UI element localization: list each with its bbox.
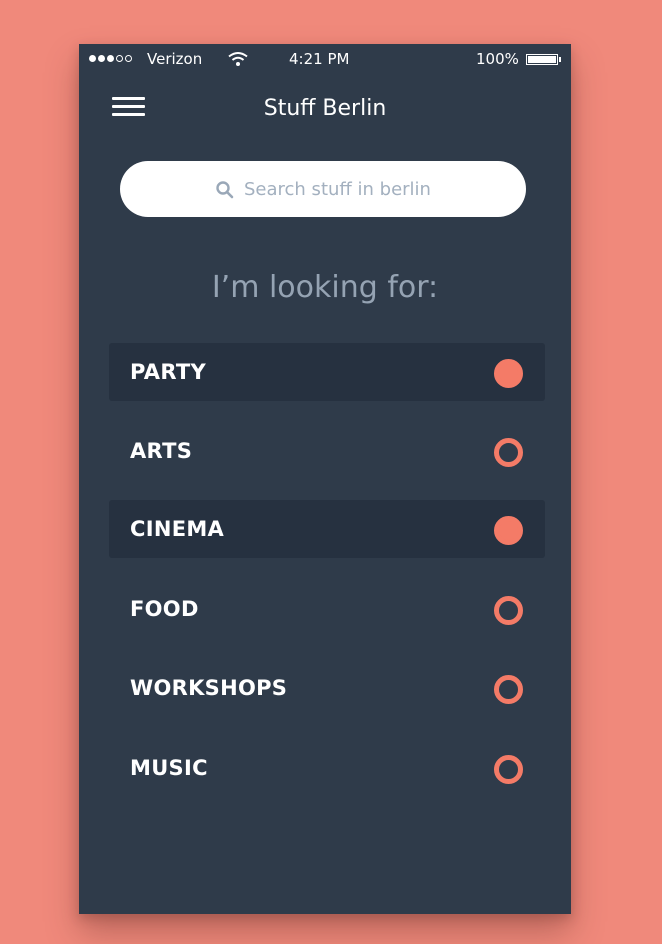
looking-for-heading: I’m looking for: <box>211 270 439 305</box>
category-label: MUSIC <box>130 756 208 780</box>
radio-icon[interactable] <box>494 438 523 467</box>
signal-strength-icon <box>89 55 132 62</box>
battery-tip <box>559 57 561 62</box>
radio-icon[interactable] <box>494 596 523 625</box>
category-label: CINEMA <box>130 517 225 541</box>
category-item-food[interactable]: FOOD <box>109 580 545 638</box>
search-input[interactable]: Search stuff in berlin <box>120 161 526 217</box>
category-label: FOOD <box>130 597 199 621</box>
app-title: Stuff Berlin <box>263 96 387 121</box>
status-time: 4:21 PM <box>289 50 350 68</box>
search-placeholder: Search stuff in berlin <box>244 178 431 200</box>
carrier-name: Verizon <box>147 50 203 68</box>
status-bar: Verizon 4:21 PM 100% <box>79 44 571 76</box>
radio-icon[interactable] <box>494 675 523 704</box>
category-label: PARTY <box>130 360 206 384</box>
battery-icon <box>526 54 558 65</box>
radio-icon[interactable] <box>494 755 523 784</box>
wifi-icon <box>228 52 248 66</box>
battery-percentage: 100% <box>476 50 519 68</box>
phone-screen: Verizon 4:21 PM 100% Stuff Berlin Search… <box>79 44 571 914</box>
category-label: ARTS <box>130 439 193 463</box>
category-label: WORKSHOPS <box>130 676 288 700</box>
category-item-music[interactable]: MUSIC <box>109 739 545 797</box>
category-item-cinema[interactable]: CINEMA <box>109 500 545 558</box>
category-item-workshops[interactable]: WORKSHOPS <box>109 659 545 717</box>
category-item-arts[interactable]: ARTS <box>109 422 545 480</box>
radio-icon[interactable] <box>494 359 523 388</box>
category-item-party[interactable]: PARTY <box>109 343 545 401</box>
radio-icon[interactable] <box>494 516 523 545</box>
search-icon <box>216 181 234 199</box>
